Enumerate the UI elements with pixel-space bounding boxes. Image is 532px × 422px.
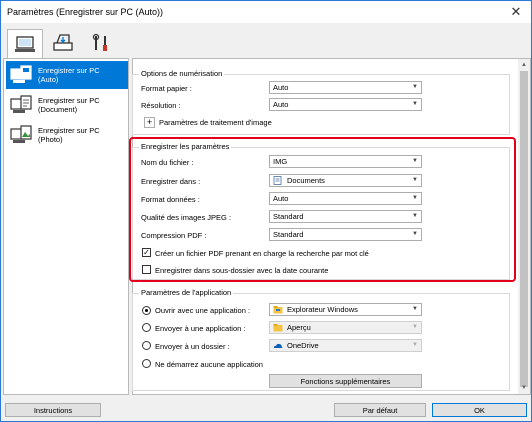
tab-scan-from-computer[interactable]	[7, 29, 43, 59]
send-to-folder-select[interactable]: OneDrive ▼	[269, 339, 422, 352]
no-app-label[interactable]: Ne démarrez aucune application	[155, 360, 263, 369]
open-with-app-value: Explorateur Windows	[287, 305, 358, 314]
resolution-value: Auto	[273, 100, 289, 109]
tab-scan-from-panel[interactable]	[45, 29, 81, 57]
open-with-app-select[interactable]: Explorateur Windows ▼	[269, 303, 422, 316]
sidebar-item-label: Enregistrer sur PC (Auto)	[38, 66, 100, 84]
defaults-button[interactable]: Par défaut	[334, 403, 426, 417]
window-title: Paramètres (Enregistrer sur PC (Auto))	[7, 7, 164, 17]
scroll-down-icon[interactable]: ▼	[518, 382, 530, 394]
settings-window: Paramètres (Enregistrer sur PC (Auto)) ✕	[0, 0, 532, 422]
send-to-folder-label[interactable]: Envoyer à un dossier :	[155, 342, 230, 351]
save-to-pc-document-icon	[6, 93, 38, 117]
ok-button[interactable]: OK	[432, 403, 527, 417]
paper-size-label: Format papier :	[141, 84, 192, 93]
paper-size-value: Auto	[273, 83, 289, 92]
scan-options-legend: Options de numérisation	[139, 69, 225, 78]
file-explorer-icon	[273, 305, 283, 314]
no-app-radio[interactable]	[142, 359, 151, 368]
title-bar: Paramètres (Enregistrer sur PC (Auto)) ✕	[1, 1, 531, 23]
chevron-down-icon: ▼	[412, 342, 418, 348]
more-functions-button[interactable]: Fonctions supplémentaires	[269, 374, 422, 388]
open-with-app-label[interactable]: Ouvrir avec une application :	[155, 306, 250, 315]
scanner-icon	[53, 34, 73, 51]
tools-icon	[92, 33, 107, 51]
chevron-down-icon: ▼	[412, 84, 418, 90]
computer-scan-icon	[15, 35, 35, 52]
send-to-app-value: Aperçu	[287, 323, 311, 332]
sidebar-item-label: Enregistrer sur PC (Document)	[38, 96, 100, 114]
tab-bar	[1, 23, 531, 59]
scrollbar-thumb[interactable]	[520, 71, 528, 387]
sidebar-item-save-auto[interactable]: Enregistrer sur PC (Auto)	[6, 61, 128, 89]
sidebar-item-save-photo[interactable]: Enregistrer sur PC (Photo)	[6, 121, 128, 149]
send-to-folder-value: OneDrive	[287, 341, 319, 350]
save-to-pc-auto-icon	[6, 63, 38, 87]
send-to-folder-radio[interactable]	[142, 341, 151, 350]
expand-image-processing-button[interactable]: +	[144, 117, 155, 128]
open-with-app-radio[interactable]	[142, 306, 151, 315]
resolution-label: Résolution :	[141, 101, 181, 110]
paper-size-select[interactable]: Auto ▼	[269, 81, 422, 94]
image-processing-label[interactable]: Paramètres de traitement d'image	[159, 118, 272, 127]
send-to-app-label[interactable]: Envoyer à une application :	[155, 324, 245, 333]
scroll-up-icon[interactable]: ▲	[518, 59, 530, 71]
onedrive-icon	[273, 341, 283, 350]
save-to-pc-photo-icon	[6, 123, 38, 147]
send-to-app-radio[interactable]	[142, 323, 151, 332]
instructions-button[interactable]: Instructions	[5, 403, 101, 417]
sidebar: Enregistrer sur PC (Auto) Enregistrer su…	[3, 58, 129, 395]
highlight-frame	[129, 137, 516, 282]
preview-app-icon	[273, 323, 283, 332]
send-to-app-select[interactable]: Aperçu ▼	[269, 321, 422, 334]
tab-general-settings[interactable]	[83, 29, 119, 57]
vertical-scrollbar[interactable]: ▲ ▼	[518, 59, 530, 394]
sidebar-item-label: Enregistrer sur PC (Photo)	[38, 126, 100, 144]
chevron-down-icon: ▼	[412, 101, 418, 107]
close-button[interactable]: ✕	[501, 1, 531, 23]
chevron-down-icon: ▼	[412, 324, 418, 330]
app-settings-legend: Paramètres de l'application	[139, 288, 234, 297]
sidebar-item-save-document[interactable]: Enregistrer sur PC (Document)	[6, 91, 128, 119]
chevron-down-icon: ▼	[412, 306, 418, 312]
resolution-select[interactable]: Auto ▼	[269, 98, 422, 111]
